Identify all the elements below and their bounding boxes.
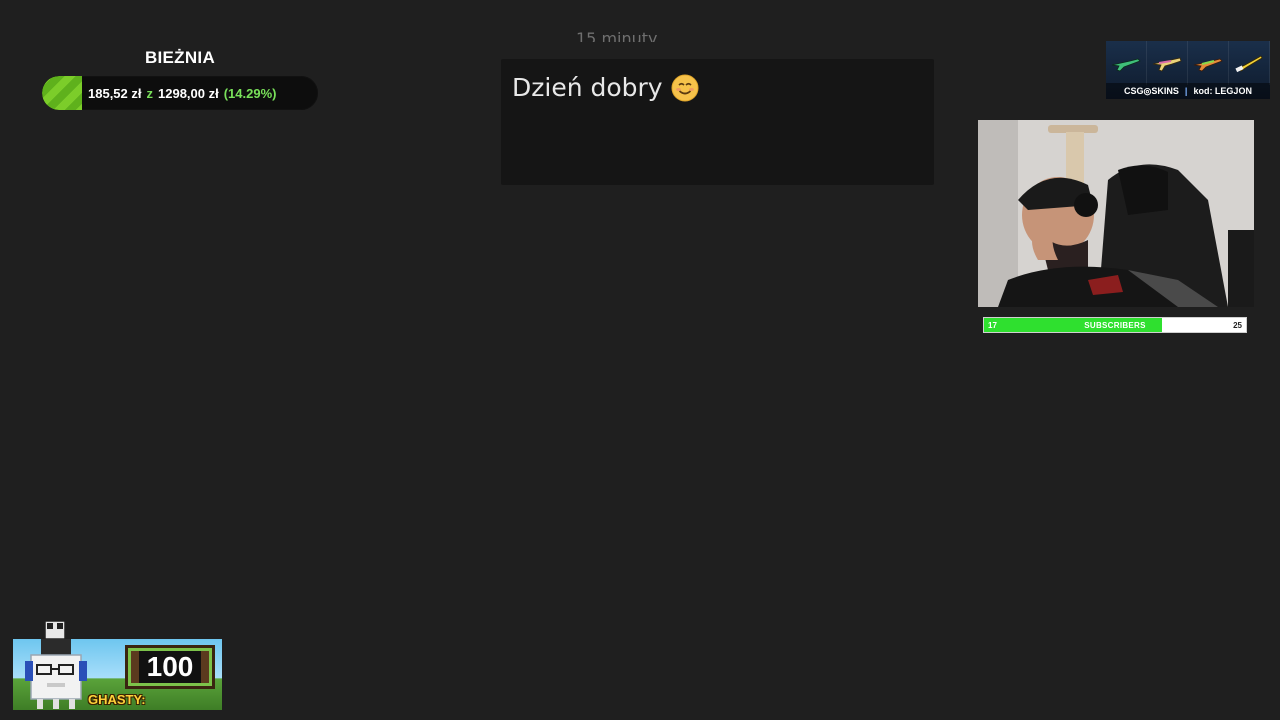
goal-title: BIEŻNIA [144,48,216,67]
goal-current-amount: 185,52 zł [88,85,142,101]
sponsor-banner: CSG◎SKINS | kod: LEGJON [1106,41,1270,99]
knife-skin-icon [1229,41,1270,85]
ghast-character-icon [21,620,91,711]
rifle-skin-icon [1106,41,1147,85]
goal-progress-bar: 185,52 zł z 1298,00 zł (14.29%) [42,76,318,110]
chat-message: Dzień dobry [512,73,699,102]
sponsor-separator: | [1184,86,1188,96]
ghast-count-board: 100 [125,645,215,689]
goal-of-label: z [146,85,154,101]
subscriber-target: 25 [1233,320,1242,330]
chat-message-card: Dzień dobry [501,59,934,185]
smiling-face-icon [671,74,699,102]
rifle-skin-icon [1188,41,1229,85]
ghast-counter-widget: 100 GHASTY: [13,620,222,710]
rifle-skin-icon [1147,41,1188,85]
subscriber-goal-label: SUBSCRIBERS [1084,320,1146,330]
ghast-count: 100 [138,651,202,683]
goal-target-amount: 1298,00 zł [158,85,219,101]
chat-message-text: Dzień dobry [512,73,663,102]
sponsor-code: kod: LEGJON [1193,86,1252,96]
goal-progress-fill [42,76,82,110]
subscriber-goal-bar: SUBSCRIBERS 17 25 [983,317,1247,333]
chat-previous-text: 15 minuty [576,29,658,42]
sponsor-footer: CSG◎SKINS | kod: LEGJON [1106,83,1270,99]
sponsor-items [1106,41,1270,85]
subscriber-current: 17 [988,320,997,330]
sponsor-brand: CSG◎SKINS [1124,85,1179,96]
webcam-feed-icon [978,120,1254,307]
ghast-label: GHASTY: [88,692,146,707]
goal-percent: (14.29%) [223,85,277,101]
goal-progress-text: 185,52 zł z 1298,00 zł (14.29%) [88,76,276,110]
